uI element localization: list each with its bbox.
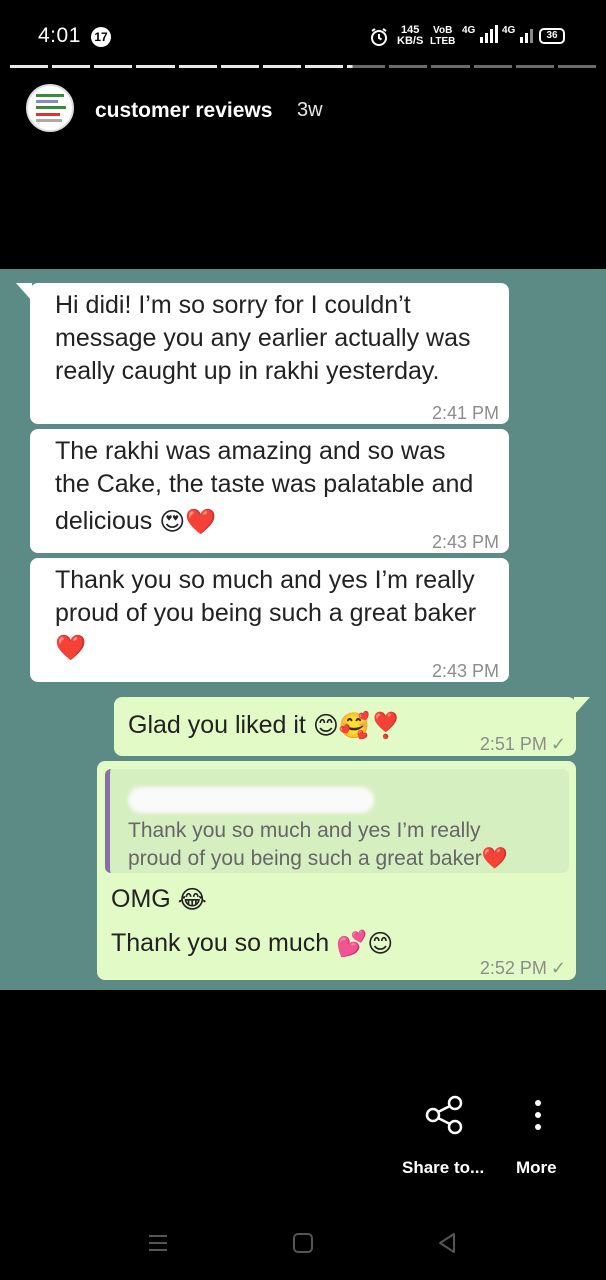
signal-icon: 4G xyxy=(462,25,502,43)
story-header: customer reviews 3w xyxy=(0,82,606,138)
network-type-label-2: 4G xyxy=(502,25,516,36)
recents-icon[interactable] xyxy=(146,1231,170,1255)
story-image: Hi didi! I’m so sorry for I couldn’t mes… xyxy=(0,269,606,990)
message-line: Hi didi! I’m so sorry for I couldn’t xyxy=(55,291,411,319)
progress-segment xyxy=(262,65,301,68)
quoted-line: proud of you being such a great baker❤️ xyxy=(128,847,508,870)
progress-segment xyxy=(220,65,259,68)
progress-segment xyxy=(389,65,428,68)
laughing-emoji-icon: 😂 xyxy=(177,885,207,914)
progress-segment xyxy=(136,65,175,68)
story-progress-bar xyxy=(10,65,596,69)
alarm-icon xyxy=(371,28,387,46)
volte-top-label: VoB xyxy=(433,25,453,36)
quoted-line: Thank you so much and yes I’m really xyxy=(128,819,481,842)
message-line: the Cake, the taste was palatable and xyxy=(55,470,474,498)
status-bar: 4:01 17 145 KB/S VoB LTEB 4G 4G 36 xyxy=(0,0,606,60)
progress-segment xyxy=(304,65,344,68)
sent-check-icon: ✓ xyxy=(550,734,566,754)
progress-segment xyxy=(94,65,133,68)
share-icon[interactable] xyxy=(425,1095,465,1135)
progress-segment xyxy=(557,65,596,68)
network-speed: 145 KB/S xyxy=(397,25,423,47)
incoming-message: The rakhi was amazing and so was the Cak… xyxy=(30,429,509,553)
message-line: OMG xyxy=(111,885,171,913)
progress-segment-current xyxy=(347,65,386,68)
progress-segment xyxy=(473,65,512,68)
message-line: message you any earlier actually was xyxy=(55,324,471,352)
system-nav-bar xyxy=(0,1222,606,1264)
message-time: 2:41 PM xyxy=(431,403,499,423)
message-line: really caught up in rakhi yesterday. xyxy=(55,357,440,385)
incoming-message: Thank you so much and yes I’m really pro… xyxy=(30,558,509,682)
network-speed-unit: KB/S xyxy=(397,35,424,47)
progress-segment xyxy=(10,65,49,68)
message-line: The rakhi was amazing and so was xyxy=(55,437,446,465)
outgoing-message: Thank you so much and yes I’m really pro… xyxy=(97,761,576,980)
smile-emoji-icon: 😊🥰❣️ xyxy=(312,711,402,740)
progress-segment xyxy=(431,65,470,68)
post-age: 3w xyxy=(297,99,323,121)
sent-check-icon: ✓ xyxy=(550,958,566,978)
back-icon[interactable] xyxy=(435,1231,459,1255)
message-time: 2:43 PM xyxy=(431,532,499,552)
message-line: delicious xyxy=(55,507,153,535)
story-actions: Share to... More xyxy=(0,1090,606,1190)
heart-eyes-emoji-icon: 😍❤️ xyxy=(159,507,217,536)
progress-segment xyxy=(515,65,554,68)
account-name[interactable]: customer reviews xyxy=(95,99,272,123)
progress-segment xyxy=(52,65,91,68)
notification-count-badge: 17 xyxy=(91,27,111,47)
message-line: proud of you being such a great baker xyxy=(55,599,477,627)
message-time: 2:51 PM xyxy=(479,734,547,754)
network-type-label: 4G xyxy=(462,25,476,36)
hearts-emoji-icon: 💕😊 xyxy=(336,929,394,958)
message-line: Thank you so much xyxy=(111,929,330,957)
avatar[interactable] xyxy=(26,84,74,132)
incoming-message: Hi didi! I’m so sorry for I couldn’t mes… xyxy=(16,283,509,424)
volte-bottom-label: LTEB xyxy=(430,36,456,47)
message-text: Glad you liked it xyxy=(128,711,306,739)
message-time: 2:43 PM xyxy=(431,661,499,681)
share-to-button[interactable]: Share to... xyxy=(402,1158,484,1178)
battery-icon: 36 xyxy=(539,28,565,44)
signal-icon-2: 4G xyxy=(502,25,538,43)
home-icon[interactable] xyxy=(291,1231,315,1255)
progress-segment xyxy=(178,65,217,68)
redacted-name xyxy=(128,787,374,813)
more-vertical-icon[interactable] xyxy=(528,1095,548,1135)
message-line: Thank you so much and yes I’m really xyxy=(55,566,475,594)
volte-indicator: VoB LTEB xyxy=(430,25,455,47)
quoted-message[interactable]: Thank you so much and yes I’m really pro… xyxy=(105,769,569,873)
outgoing-message: Glad you liked it 😊🥰❣️ 2:51 PM ✓ xyxy=(114,697,590,756)
more-button[interactable]: More xyxy=(516,1158,557,1178)
message-time: 2:52 PM xyxy=(479,958,547,978)
clock: 4:01 xyxy=(38,24,81,47)
